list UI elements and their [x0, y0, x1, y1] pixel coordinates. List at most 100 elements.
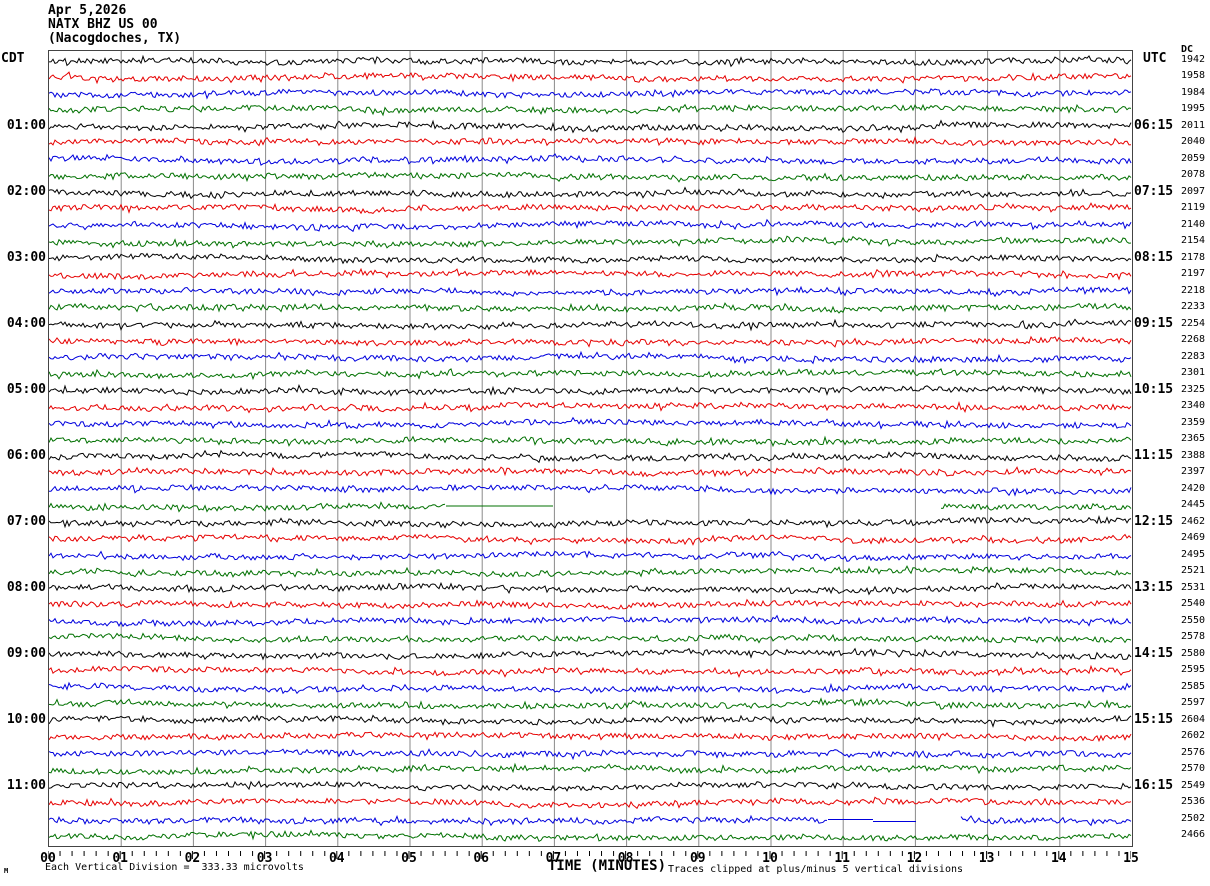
dc-value-29: 2469 [1181, 532, 1206, 543]
timezone-right-label: UTC [1143, 51, 1167, 66]
dc-value-46: 2502 [1181, 812, 1206, 824]
right-hour-label-16:15: 16:15 [1134, 777, 1174, 793]
clipping-note: Traces clipped at plus/minus 5 vertical … [668, 864, 964, 875]
dc-value-41: 2602 [1181, 730, 1206, 741]
trace-row-20 [49, 384, 1132, 397]
left-hour-label-02:00: 02:00 [6, 183, 46, 199]
dc-value-0: 1942 [1181, 53, 1206, 65]
dc-value-37: 2595 [1181, 664, 1206, 675]
trace-row-37 [49, 664, 1132, 679]
dc-value-26: 2420 [1181, 482, 1206, 494]
dc-value-45: 2536 [1181, 796, 1206, 807]
trace-row-35 [49, 632, 1132, 644]
seismogram-plot-area [48, 50, 1133, 847]
left-hour-label-07:00: 07:00 [6, 513, 46, 529]
right-hour-label-11:15: 11:15 [1134, 447, 1174, 463]
dc-value-33: 2540 [1181, 598, 1206, 609]
x-axis-title: TIME (MINUTES) [548, 858, 667, 874]
dc-value-23: 2365 [1181, 433, 1206, 444]
trace-row-3 [49, 103, 1132, 117]
dc-value-34: 2550 [1181, 614, 1206, 626]
left-hour-label-04:00: 04:00 [6, 315, 46, 331]
minute-label-06: 06 [473, 851, 490, 866]
trace-row-27 [49, 501, 1132, 513]
corner-mark: M [4, 867, 9, 875]
minute-label-05: 05 [401, 851, 417, 866]
dc-value-22: 2359 [1181, 416, 1206, 428]
dc-value-9: 2119 [1181, 202, 1206, 213]
trace-row-11 [49, 235, 1132, 249]
dc-value-7: 2078 [1181, 169, 1206, 180]
left-hour-label-06:00: 06:00 [6, 447, 46, 463]
trace-row-18 [49, 350, 1132, 365]
dc-value-39: 2597 [1181, 697, 1206, 708]
dc-value-4: 2011 [1181, 119, 1206, 131]
left-hour-label-09:00: 09:00 [6, 645, 46, 661]
trace-row-24 [49, 449, 1132, 464]
trace-row-21 [49, 400, 1132, 414]
trace-row-1 [49, 71, 1132, 85]
dc-value-13: 2197 [1181, 268, 1206, 279]
trace-row-36 [49, 647, 1132, 661]
dc-value-21: 2340 [1181, 400, 1206, 411]
trace-row-19 [49, 367, 1132, 381]
dc-value-31: 2521 [1181, 565, 1206, 576]
minute-label-15: 15 [1123, 851, 1139, 866]
dc-value-1: 1958 [1181, 70, 1206, 81]
dc-value-20: 2325 [1181, 383, 1206, 395]
trace-row-33 [49, 598, 1132, 610]
minute-label-13: 13 [978, 851, 995, 866]
dc-value-17: 2268 [1181, 334, 1206, 345]
trace-row-40 [49, 714, 1132, 728]
trace-row-29 [49, 533, 1132, 546]
trace-row-28 [49, 515, 1132, 529]
dc-value-42: 2576 [1181, 746, 1206, 758]
dc-value-3: 1995 [1181, 103, 1206, 114]
trace-row-22 [49, 416, 1132, 430]
timezone-left-label: CDT [1, 51, 25, 66]
right-hour-label-10:15: 10:15 [1134, 381, 1174, 397]
trace-row-25 [49, 466, 1132, 478]
trace-row-44 [49, 780, 1132, 792]
dc-value-44: 2549 [1181, 779, 1206, 791]
trace-canvas [49, 51, 1132, 846]
trace-row-15 [49, 302, 1132, 314]
dc-value-47: 2466 [1181, 829, 1206, 840]
minute-label-14: 14 [1050, 851, 1067, 866]
dc-value-28: 2462 [1181, 515, 1206, 527]
dc-value-2: 1984 [1181, 86, 1206, 98]
dc-value-12: 2178 [1181, 251, 1206, 263]
right-hour-label-13:15: 13:15 [1134, 579, 1174, 595]
right-hour-label-08:15: 08:15 [1134, 249, 1174, 265]
trace-row-31 [49, 565, 1132, 578]
trace-row-4 [49, 119, 1132, 134]
minute-label-04: 04 [328, 851, 345, 866]
trace-row-26 [49, 483, 1132, 497]
dc-value-18: 2283 [1181, 350, 1206, 362]
dc-value-35: 2578 [1181, 631, 1206, 642]
trace-row-10 [49, 218, 1132, 233]
station-id: NATX BHZ US 00 [48, 17, 158, 32]
trace-row-12 [49, 252, 1132, 265]
trace-row-7 [49, 171, 1132, 183]
dc-value-16: 2254 [1181, 317, 1206, 329]
trace-row-8 [49, 186, 1132, 200]
trace-row-30 [49, 550, 1132, 562]
trace-row-14 [49, 285, 1132, 298]
trace-row-38 [49, 681, 1132, 695]
trace-row-17 [49, 335, 1132, 348]
left-hour-label-01:00: 01:00 [6, 117, 46, 133]
trace-row-45 [49, 796, 1132, 810]
dc-value-38: 2585 [1181, 680, 1206, 692]
right-hour-label-14:15: 14:15 [1134, 645, 1174, 661]
trace-row-23 [49, 435, 1132, 448]
dc-value-32: 2531 [1181, 581, 1206, 593]
heliplot-page: Apr 5,2026 NATX BHZ US 00 (Nacogdoches, … [0, 0, 1210, 886]
trace-row-9 [49, 202, 1132, 215]
left-hour-label-03:00: 03:00 [6, 249, 46, 265]
trace-row-6 [49, 153, 1132, 166]
dc-value-27: 2445 [1181, 499, 1206, 510]
station-location: (Nacogdoches, TX) [48, 31, 182, 46]
left-hour-label-11:00: 11:00 [6, 777, 46, 793]
right-hour-label-06:15: 06:15 [1134, 117, 1174, 133]
